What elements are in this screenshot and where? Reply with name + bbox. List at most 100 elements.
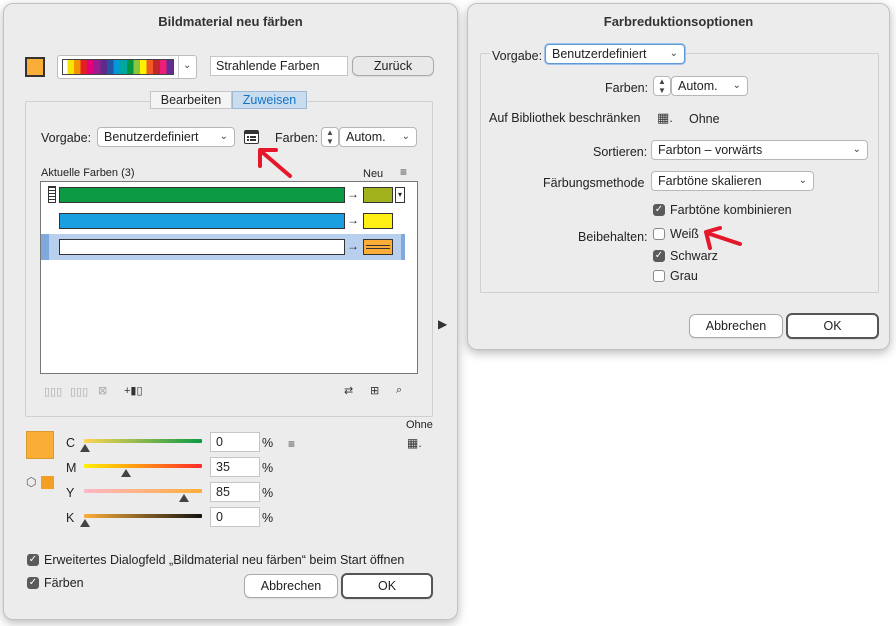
yellow-slider-thumb[interactable] [179,494,189,502]
preserve-white-checkbox[interactable] [653,228,665,240]
colors-label: Farben: [275,131,319,145]
colors-stepper[interactable]: ▲ ▼ [321,127,339,147]
colors-label: Farben: [605,81,649,95]
current-color-bar[interactable] [59,213,345,229]
black-slider-thumb[interactable] [80,519,90,527]
chevron-down-icon[interactable]: ⌄ [183,60,191,71]
dialog-title: Farbreduktionsoptionen [603,14,754,29]
color-library-icon[interactable]: ▦. [657,110,673,126]
sort-select[interactable]: Farbton – vorwärts ⌄ [651,140,868,160]
reduction-options-icon[interactable] [244,130,259,144]
new-colors-label: Neu [363,168,384,180]
current-color-bar[interactable] [59,239,345,255]
cyan-slider[interactable] [84,439,202,443]
randomize-saturation-icon[interactable]: ⊞ [370,384,379,397]
colors-select-value: Autom. [346,130,386,144]
annotation-arrow-icon [704,226,742,250]
arrow-right-icon[interactable]: → [347,213,359,227]
color-assignment-table: → ▾ → → [40,181,418,374]
exclude-colors-icon[interactable]: ⊠ [98,384,107,397]
recolor-checkbox[interactable]: ✓ [27,577,39,589]
new-row-icon[interactable]: +▮▯ [124,384,143,397]
method-select[interactable]: Farbtöne skalieren ⌄ [651,171,814,191]
find-color-icon[interactable]: ⌕ [396,384,402,397]
ok-button[interactable]: OK [786,313,879,339]
new-color-box[interactable] [363,187,393,203]
chevron-down-icon: ⌄ [732,80,741,91]
table-row[interactable]: → [41,211,417,231]
new-color-box[interactable] [363,213,393,229]
yellow-value[interactable]: 85 [210,482,260,502]
table-row-selected[interactable]: → [41,234,405,260]
chevron-down-icon: ⌄ [669,48,678,59]
chevron-down-icon: ⌄ [219,131,228,142]
list-options-icon[interactable]: ≡ [400,166,407,178]
method-label: Färbungsmethode [543,176,645,190]
preserve-gray-checkbox[interactable] [653,270,665,282]
cyan-slider-thumb[interactable] [80,444,90,452]
preset-select[interactable]: Benutzerdefiniert ⌄ [97,127,235,147]
ok-button[interactable]: OK [341,573,433,599]
fill-swatch-small[interactable] [41,476,54,489]
combine-tints-checkbox[interactable]: ✓ [653,204,665,216]
fill-swatch-large[interactable] [26,431,54,459]
cube-icon: ⬡ [26,475,37,489]
combine-tints-label: Farbtöne kombinieren [670,203,792,217]
colors-select-value: Autom. [678,79,718,93]
current-color-swatch[interactable] [25,57,45,77]
back-button[interactable]: Zurück [352,56,434,76]
color-group-name-field[interactable]: Strahlende Farben [210,56,348,76]
recolor-artwork-dialog: Bildmaterial neu färben ⌄ Strahlende Far… [3,3,458,620]
sort-label: Sortieren: [593,145,648,159]
yellow-slider[interactable] [84,489,202,493]
preset-label: Vorgabe: [490,49,545,63]
chevron-down-icon[interactable]: ▾ [395,187,405,203]
current-color-bar[interactable] [59,187,345,203]
recolor-label: Färben [44,576,84,590]
preset-label: Vorgabe: [41,131,92,145]
annotation-arrow-icon [258,148,292,178]
colors-select[interactable]: Autom. ⌄ [671,76,748,96]
color-group-spectrum[interactable]: ⌄ [57,55,197,79]
magenta-slider[interactable] [84,464,202,468]
expand-arrow-icon[interactable]: ▶ [438,317,447,331]
color-reduction-dialog: Farbreduktionsoptionen Vorgabe: Benutzer… [467,3,890,350]
black-value[interactable]: 0 [210,507,260,527]
chevron-down-icon: ⌄ [852,144,861,155]
black-slider[interactable] [84,514,202,518]
arrow-right-icon[interactable]: → [347,239,359,253]
cancel-button[interactable]: Abbrechen [244,574,338,598]
yellow-unit: % [262,486,274,500]
preset-select-value: Benutzerdefiniert [104,130,199,144]
color-mode-menu-icon[interactable]: ≡ [288,437,295,451]
randomize-order-icon[interactable]: ⇄ [344,384,353,397]
row-handle-icon[interactable] [48,186,56,203]
advanced-dialog-checkbox[interactable]: ✓ [27,554,39,566]
cmyk-c-label: C [66,436,76,450]
merge-colors-icon[interactable]: ▯▯▯ [44,385,62,398]
arrow-right-icon[interactable]: → [347,187,359,201]
color-library-icon[interactable]: ▦. [407,436,422,450]
cyan-unit: % [262,436,274,450]
preset-select[interactable]: Benutzerdefiniert ⌄ [545,44,685,64]
new-color-box[interactable] [363,239,393,255]
colors-select[interactable]: Autom. ⌄ [339,127,417,147]
library-value: Ohne [689,112,720,126]
tab-zuweisen[interactable]: Zuweisen [232,91,307,109]
chevron-down-icon: ⌄ [401,131,410,142]
cyan-value[interactable]: 0 [210,432,260,452]
table-row[interactable]: → ▾ [41,185,417,205]
method-select-value: Farbtöne skalieren [658,174,762,188]
cmyk-k-label: K [66,511,75,525]
tab-bearbeiten[interactable]: Bearbeiten [150,91,232,109]
cancel-button[interactable]: Abbrechen [689,314,783,338]
current-colors-label: Aktuelle Farben (3) [41,167,135,179]
preserve-black-checkbox[interactable]: ✓ [653,250,665,262]
colors-stepper[interactable]: ▲ ▼ [653,76,671,96]
black-unit: % [262,511,274,525]
magenta-value[interactable]: 35 [210,457,260,477]
magenta-slider-thumb[interactable] [121,469,131,477]
preset-select-value: Benutzerdefiniert [552,47,647,61]
separate-colors-icon[interactable]: ▯▯▯ [70,385,88,398]
preserve-gray-label: Grau [670,269,698,283]
